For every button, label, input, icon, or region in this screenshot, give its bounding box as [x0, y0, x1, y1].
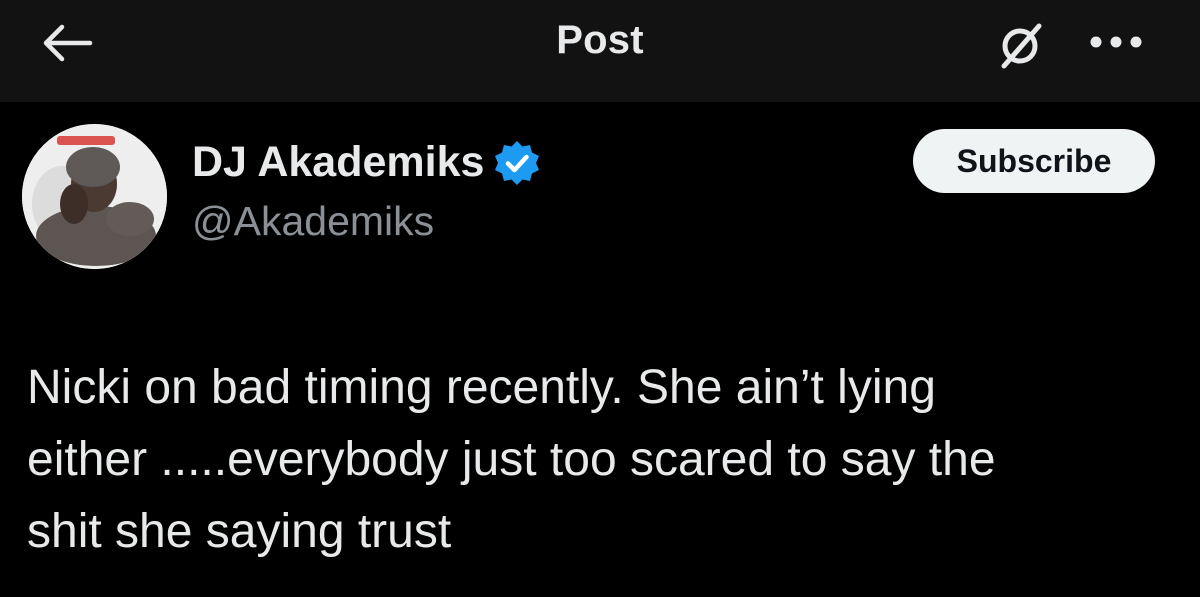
more-options-button[interactable] [1080, 22, 1152, 62]
verified-badge-icon [495, 140, 540, 185]
profile-photo-image [22, 124, 167, 269]
avatar[interactable] [22, 124, 167, 269]
author-name-row: DJ Akademiks [192, 138, 540, 187]
subscribe-button[interactable]: Subscribe [913, 129, 1155, 193]
grok-slash-icon [1001, 23, 1042, 69]
author-handle[interactable]: @Akademiks [192, 198, 434, 245]
grok-button[interactable] [990, 16, 1050, 76]
author-display-name[interactable]: DJ Akademiks [192, 138, 484, 187]
post-text: Nicki on bad timing recently. She ain’t … [27, 361, 996, 558]
more-horizontal-icon [1090, 36, 1142, 48]
top-app-bar: Post [0, 0, 1200, 102]
